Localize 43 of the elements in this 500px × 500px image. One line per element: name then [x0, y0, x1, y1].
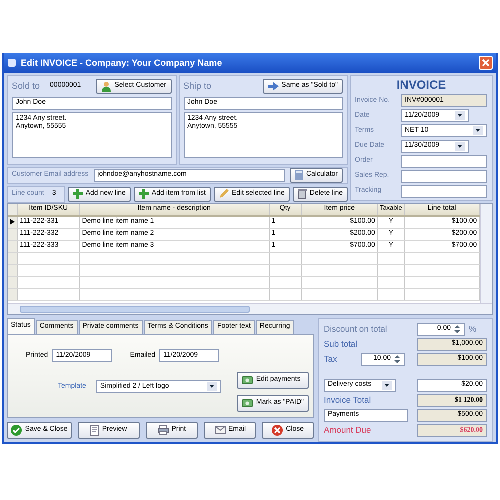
section-label: Ship to: [184, 80, 212, 92]
section-label: Sold to: [12, 80, 40, 92]
person-icon: [100, 80, 112, 92]
invoice-heading: INVOICE: [396, 78, 448, 92]
vertical-scrollbar[interactable]: [480, 204, 492, 303]
spinner-icon: [394, 354, 401, 364]
text-field[interactable]: [401, 154, 487, 168]
row-header[interactable]: [8, 216, 18, 228]
text-field[interactable]: [401, 170, 487, 183]
dropdown-icon: [455, 111, 465, 120]
trash-icon: [298, 189, 307, 200]
money-icon: [242, 398, 254, 408]
horizontal-scrollbar[interactable]: [8, 302, 492, 314]
window-title: Edit INVOICE - Company: Your Company Name: [21, 58, 222, 68]
pencil-icon: [219, 189, 229, 200]
field-label: Amount Due: [324, 425, 372, 436]
money-icon: [242, 375, 254, 386]
dropdown-icon: [207, 382, 218, 392]
close-button[interactable]: [479, 56, 493, 70]
text-field[interactable]: [401, 184, 487, 198]
plus-icon: [138, 189, 149, 200]
close-icon: [482, 58, 490, 67]
scroll-thumb[interactable]: [20, 306, 250, 313]
field-label: Sub total: [324, 339, 358, 350]
window-icon: [7, 58, 17, 68]
dropdown-icon: [382, 380, 392, 390]
dropdown-icon: [473, 126, 483, 136]
unit-label: %: [469, 324, 478, 334]
dropdown-icon: [455, 142, 465, 151]
check-icon: [11, 424, 22, 436]
spinner-icon: [454, 324, 461, 334]
arrow-icon: [268, 82, 279, 91]
calculator-icon: [295, 170, 304, 180]
field-label: Discount on total: [324, 324, 388, 334]
envelope-icon: [214, 426, 226, 434]
row-pointer-icon: [10, 219, 15, 226]
corner-cell: [8, 204, 18, 215]
plus-icon: [72, 189, 83, 200]
printer-icon: [158, 425, 169, 436]
document-icon: [90, 424, 100, 436]
field-label: Tax: [324, 354, 338, 364]
close-icon: [272, 424, 284, 436]
field-label: Invoice Total: [324, 395, 372, 406]
